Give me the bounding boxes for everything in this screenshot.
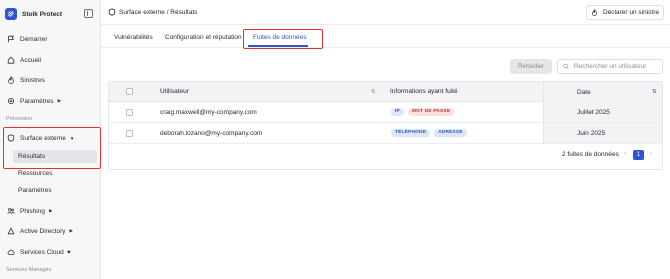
sidebar-subitem-label: Ressources	[18, 170, 53, 177]
home-icon	[6, 56, 15, 65]
declare-incident-label: Déclarer un sinistre	[603, 9, 659, 16]
sidebar-item-demarrer[interactable]: Démarrer	[6, 33, 96, 45]
tab-vulnerabilites[interactable]: Vulnérabilités	[114, 34, 153, 41]
search-icon	[563, 63, 569, 70]
sidebar-subitem-parametres[interactable]: Paramètres	[17, 184, 97, 197]
sidebar-item-label: Accueil	[20, 56, 41, 64]
users-icon	[6, 207, 15, 216]
user-email: craig.maxwell@my-company.com	[160, 108, 257, 116]
tab-bar: Vulnérabilités Configuration et réputati…	[101, 26, 670, 49]
results-count: 2 fuites de données	[562, 151, 619, 158]
collapse-sidebar-icon[interactable]	[84, 9, 93, 18]
leaked-info-tags: TÉLÉPHONE ADRESSE	[391, 123, 471, 143]
sidebar-item-label: Démarrer	[20, 35, 48, 43]
row-checkbox[interactable]	[126, 129, 133, 137]
search-field[interactable]	[557, 59, 663, 74]
column-header-date[interactable]: Date	[577, 82, 591, 102]
sort-icon[interactable]: ⇅	[371, 89, 376, 95]
sidebar-item-label: Active Directory	[20, 227, 66, 235]
sidebar-item-active-directory[interactable]: Active Directory ▶	[6, 225, 96, 237]
sidebar: Stoïk Protect Démarrer Accueil Sinistres…	[0, 0, 101, 279]
sidebar-subitem-label: Paramètres	[18, 187, 52, 194]
leak-date: Juin 2025	[577, 129, 606, 137]
topbar: Surface externe / Résultats Déclarer un …	[101, 0, 670, 25]
gear-icon	[6, 97, 15, 106]
highlight-annotation	[3, 127, 101, 169]
cloud-icon	[6, 248, 15, 257]
sidebar-item-label: Phishing	[20, 207, 45, 215]
sidebar-item-accueil[interactable]: Accueil	[6, 54, 96, 66]
highlight-annotation	[243, 29, 323, 49]
sidebar-item-parametres[interactable]: Paramètres ▶	[6, 95, 96, 107]
brand-name: Stoïk Protect	[22, 10, 63, 18]
sidebar-item-sinistres[interactable]: Sinistres	[6, 74, 96, 86]
declare-incident-button[interactable]: Déclarer un sinistre	[586, 5, 664, 20]
table-row[interactable]: craig.maxwell@my-company.com IP MOT DE P…	[109, 102, 662, 123]
breadcrumb-text: Surface externe / Résultats	[119, 8, 198, 16]
flame-icon	[6, 76, 15, 85]
flame-icon	[592, 9, 597, 16]
user-email: deborah.lozano@my-company.com	[160, 129, 263, 137]
chevron-right-icon: ▶	[57, 98, 62, 103]
remediate-button[interactable]: Remédier	[510, 59, 552, 74]
search-input[interactable]	[574, 63, 662, 70]
section-label-prevention: Prévention	[6, 116, 33, 122]
pagination-next-icon[interactable]: ›	[650, 151, 652, 157]
breadcrumb: Surface externe / Résultats	[108, 8, 197, 16]
select-all-checkbox[interactable]	[126, 88, 133, 95]
chevron-right-icon: ▶	[67, 249, 72, 254]
sidebar-item-label: Paramètres	[20, 97, 54, 105]
leaked-info-tags: IP MOT DE PASSE	[391, 102, 458, 122]
tag-badge: TÉLÉPHONE	[391, 129, 431, 137]
sidebar-item-label: Sinistres	[20, 76, 45, 84]
section-label-managed: Services Managés	[6, 267, 52, 273]
column-header-leaked-info: Informations ayant fuité	[390, 88, 458, 95]
column-header-user[interactable]: Utilisateur	[160, 82, 189, 101]
row-checkbox[interactable]	[126, 108, 133, 116]
tag-badge: MOT DE PASSE	[407, 108, 455, 116]
sidebar-item-phishing[interactable]: Phishing ▶	[6, 205, 96, 217]
sort-active-icon[interactable]: ⇅	[652, 89, 657, 95]
stoik-logo-icon	[5, 8, 17, 20]
pagination-page[interactable]: 1	[633, 150, 644, 160]
chevron-right-icon: ▶	[69, 228, 73, 233]
flag-icon	[6, 35, 15, 44]
tab-configuration-reputation[interactable]: Configuration et réputation	[165, 34, 242, 41]
sidebar-item-label: Services Cloud	[20, 248, 64, 256]
tag-badge: ADRESSE	[434, 129, 467, 137]
chevron-right-icon: ▶	[48, 208, 53, 213]
sidebar-item-services-cloud[interactable]: Services Cloud ▶	[6, 246, 96, 258]
tag-badge: IP	[391, 108, 404, 116]
sidebar-subitem-ressources[interactable]: Ressources	[17, 167, 97, 180]
pagination-prev-icon[interactable]: ‹	[624, 151, 626, 157]
network-icon	[6, 227, 15, 236]
leak-date: Juillet 2025	[577, 108, 610, 116]
shield-icon	[108, 8, 116, 16]
table-row[interactable]: deborah.lozano@my-company.com TÉLÉPHONE …	[109, 123, 662, 144]
